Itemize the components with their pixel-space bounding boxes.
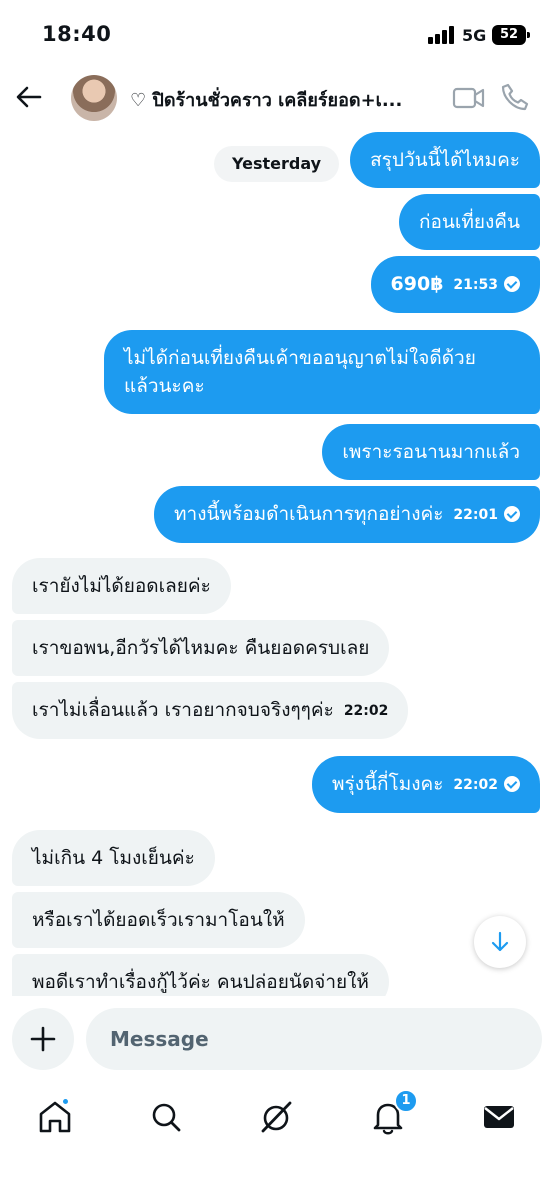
arrow-down-icon — [491, 931, 509, 952]
grok-icon — [261, 1101, 292, 1133]
message-text: เรายังไม่ได้ยอดเลยค่ะ — [32, 575, 211, 597]
status-time: 18:40 — [42, 22, 112, 46]
message-bubble-incoming[interactable]: เราไม่เลื่อนแล้ว เราอยากจบจริงๆๆค่ะ 22:02 — [12, 682, 409, 739]
home-unread-dot — [61, 1097, 70, 1106]
message-text: สรุปวันนี้ได้ไหมคะ — [370, 149, 520, 171]
message-bubble-incoming[interactable]: เราขอพน,อีกวัรได้ไหมคะ คืนยอดครบเลย — [12, 620, 390, 676]
message-text: หรือเราได้ยอดเร็วเรามาโอนให้ — [32, 909, 285, 931]
message-bubble-outgoing[interactable]: พรุ่งนี้กี่โมงคะ 22:02 — [312, 756, 540, 813]
message-text: เราไม่เลื่อนแล้ว เราอยากจบจริงๆๆค่ะ — [32, 699, 334, 721]
video-camera-icon — [452, 87, 485, 109]
message-bubble-outgoing[interactable]: 690฿ 21:53 — [370, 256, 540, 313]
message-text: พรุ่งนี้กี่โมงคะ — [332, 773, 444, 795]
message-text: 690฿ — [390, 273, 444, 295]
message-text: ก่อนเที่ยงคืน — [418, 211, 520, 233]
message-time: 22:02 — [453, 776, 498, 793]
message-text: ไม่ได้ก่อนเที่ยงคืนเค้าขออนุญาตไม่ใจดีด้… — [124, 347, 476, 369]
back-button[interactable] — [12, 80, 46, 114]
message-text-line2: แล้วนะคะ — [124, 375, 205, 397]
date-separator: Yesterday — [214, 146, 340, 182]
message-input[interactable] — [86, 1008, 542, 1070]
conversation-title[interactable]: ♡ ปิดร้านชั่วคราว เคลียร์ยอด+เ... — [130, 85, 430, 114]
voice-call-button[interactable] — [500, 82, 530, 112]
message-time: 22:02 — [343, 702, 389, 719]
message-bubble-outgoing[interactable]: ไม่ได้ก่อนเที่ยงคืนเค้าขออนุญาตไม่ใจดีด้… — [104, 330, 540, 414]
message-text: พอดีเราทำเรื่องกู้ไว้ค่ะ คนปล่อยนัดจ่ายใ… — [32, 971, 369, 993]
notification-badge: 1 — [394, 1089, 418, 1113]
read-check-icon — [504, 275, 520, 292]
nav-messages[interactable] — [477, 1095, 521, 1139]
nav-grok[interactable] — [255, 1095, 299, 1139]
network-type: 5G — [462, 26, 487, 45]
status-bar: 18:40 5G 52 — [0, 0, 554, 66]
message-bubble-incoming[interactable]: ไม่เกิน 4 โมงเย็นค่ะ — [12, 830, 215, 886]
video-call-button[interactable] — [452, 84, 486, 112]
message-list[interactable]: Yesterday สรุปวันนี้ได้ไหมคะ ก่อนเที่ยงค… — [0, 130, 554, 996]
plus-icon — [30, 1026, 56, 1052]
add-media-button[interactable] — [12, 1008, 74, 1070]
battery-icon: 52 — [492, 25, 530, 45]
home-icon — [39, 1101, 71, 1133]
message-text: เราขอพน,อีกวัรได้ไหมคะ คืนยอดครบเลย — [32, 637, 370, 659]
message-text: ไม่เกิน 4 โมงเย็นค่ะ — [32, 847, 195, 869]
read-check-icon — [504, 505, 520, 522]
read-check-icon — [504, 775, 520, 792]
message-time: 21:53 — [453, 276, 498, 293]
bottom-navigation: 1 — [0, 1085, 554, 1149]
message-text: เพราะรอนานมากแล้ว — [342, 441, 520, 463]
message-bubble-outgoing[interactable]: สรุปวันนี้ได้ไหมคะ — [350, 132, 540, 188]
message-bubble-outgoing[interactable]: เพราะรอนานมากแล้ว — [322, 424, 540, 480]
nav-search[interactable] — [144, 1095, 188, 1139]
message-text: ทางนี้พร้อมดำเนินการทุกอย่างค่ะ — [174, 503, 444, 525]
message-bubble-incoming[interactable]: หรือเราได้ยอดเร็วเรามาโอนให้ — [12, 892, 305, 948]
message-bubble-incoming[interactable]: พอดีเราทำเรื่องกู้ไว้ค่ะ คนปล่อยนัดจ่ายใ… — [12, 954, 389, 996]
nav-home[interactable] — [33, 1095, 77, 1139]
signal-icon — [428, 26, 458, 44]
message-bubble-incoming[interactable]: เรายังไม่ได้ยอดเลยค่ะ — [12, 558, 231, 614]
message-bubble-outgoing[interactable]: ทางนี้พร้อมดำเนินการทุกอย่างค่ะ 22:01 — [154, 486, 540, 543]
message-bubble-outgoing[interactable]: ก่อนเที่ยงคืน — [398, 194, 540, 250]
scroll-to-bottom-button[interactable] — [474, 916, 526, 968]
message-time: 22:01 — [453, 506, 498, 523]
phone-icon — [501, 83, 529, 111]
conversation-header: ♡ ปิดร้านชั่วคราว เคลียร์ยอด+เ... — [0, 66, 554, 130]
avatar[interactable] — [71, 75, 117, 121]
mail-icon — [484, 1106, 514, 1128]
search-icon — [152, 1103, 181, 1132]
back-arrow-icon — [16, 86, 42, 108]
